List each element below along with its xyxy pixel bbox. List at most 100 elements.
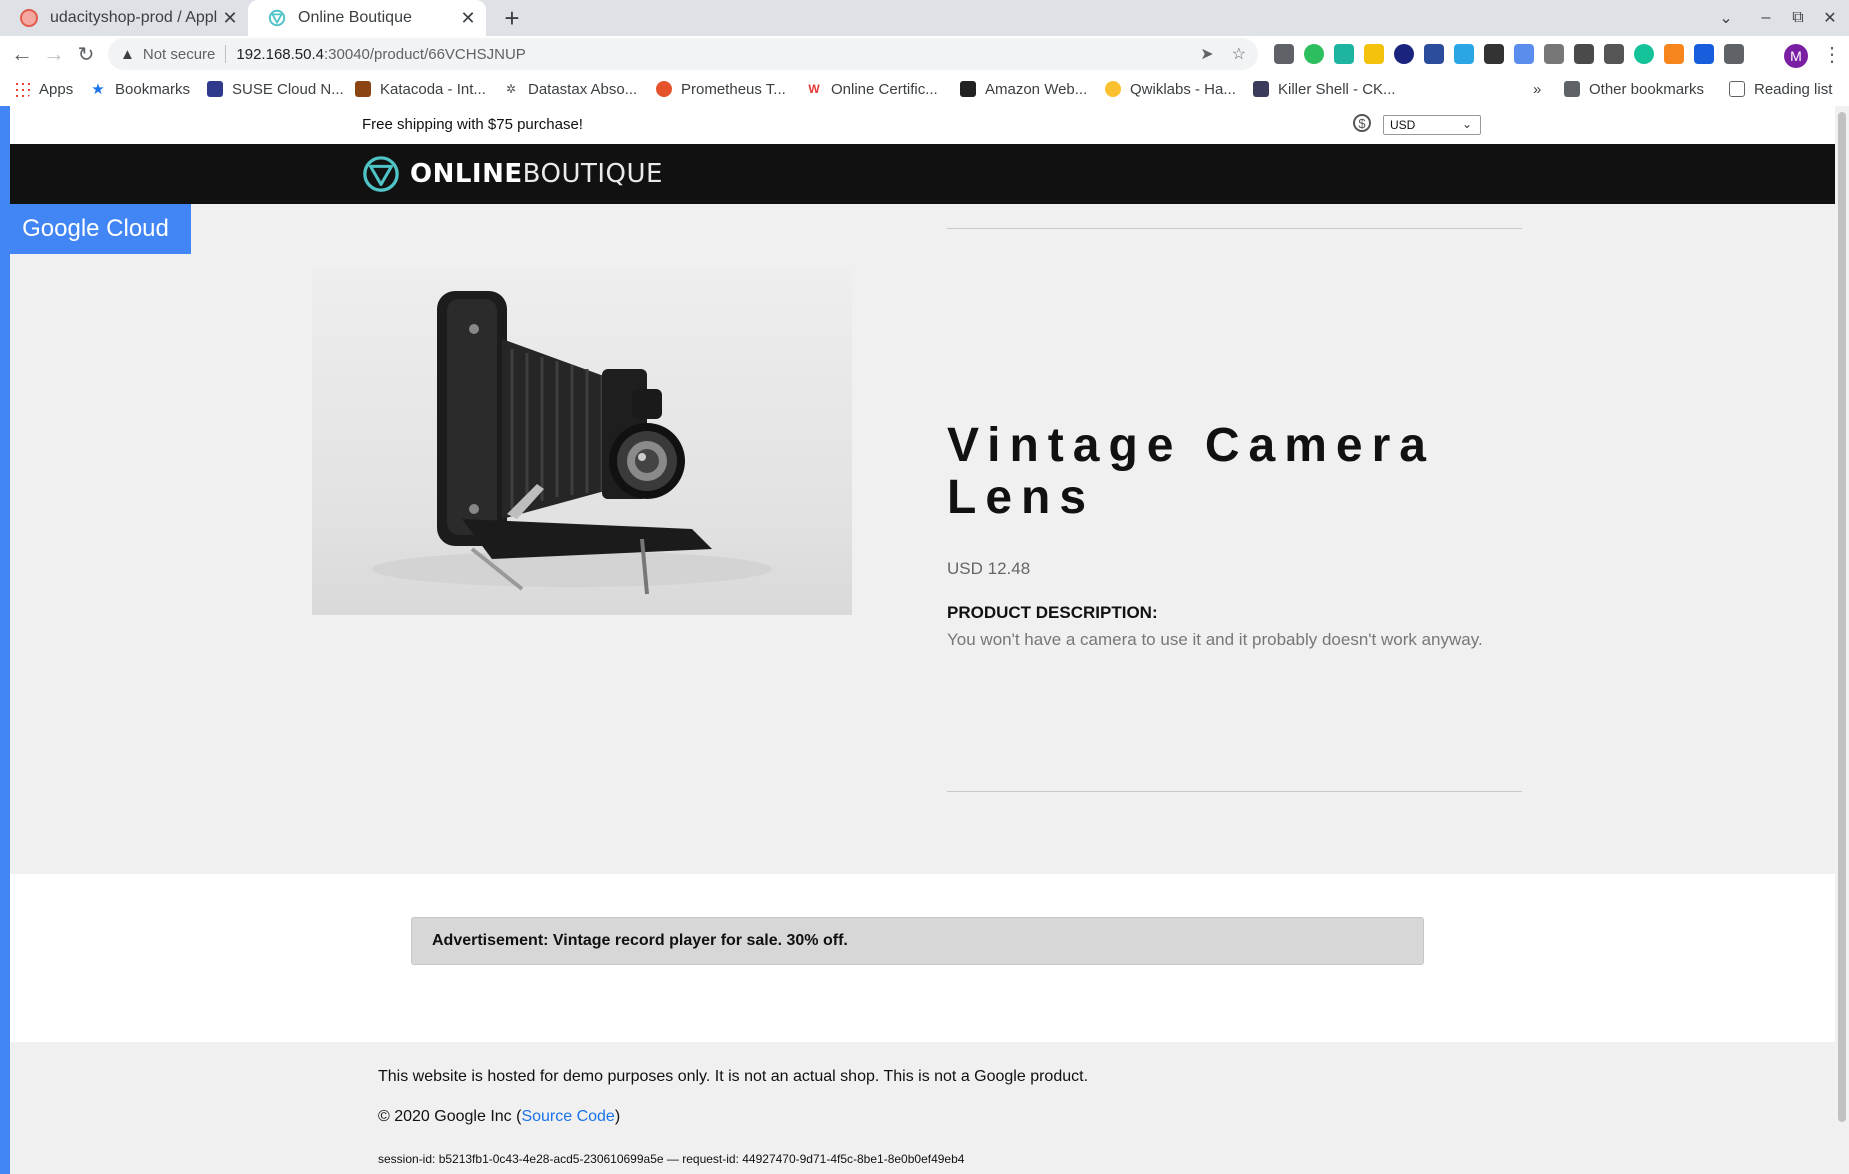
bitwarden-icon[interactable] (1694, 44, 1714, 64)
product-image (312, 269, 852, 615)
site-logo[interactable]: ONLINEBOUTIQUE (362, 155, 663, 193)
bookmark-prometheus[interactable]: Prometheus T... (656, 72, 786, 106)
prometheus-icon (656, 81, 672, 97)
star-icon: ★ (91, 81, 105, 98)
extension-qr-icon[interactable] (1274, 44, 1294, 64)
bookmark-aws[interactable]: Amazon Web... (960, 72, 1087, 106)
warning-icon[interactable]: ▲ (120, 46, 135, 63)
scrollbar[interactable] (1835, 106, 1849, 1174)
bookmarks-overflow-button[interactable]: » (1533, 72, 1541, 106)
browser-menu-icon[interactable]: ⋮ (1818, 38, 1846, 70)
product-divider-bottom (947, 791, 1522, 792)
qwiklabs-icon (1105, 81, 1121, 97)
close-icon[interactable]: ✕ (218, 8, 242, 29)
top-bar: Free shipping with $75 purchase! $ USD ⌄ (10, 106, 1835, 144)
product-title: Vintage Camera Lens (947, 419, 1435, 524)
security-label[interactable]: Not secure (143, 46, 216, 63)
bookmark-apps[interactable]: Apps (14, 72, 73, 106)
bookmark-label: Online Certific... (831, 80, 938, 98)
bookmark-label: Apps (39, 80, 74, 98)
forward-icon[interactable]: → (40, 40, 68, 68)
killershell-icon (1253, 81, 1269, 97)
bookmark-katacoda[interactable]: Katacoda - Int... (355, 72, 486, 106)
certification-icon: W (808, 82, 820, 96)
product-divider-top (947, 228, 1522, 229)
profile-avatar[interactable]: M (1784, 44, 1808, 68)
url-host[interactable]: 192.168.50.4 (236, 46, 324, 63)
extensions-puzzle-icon[interactable] (1724, 44, 1744, 64)
datastax-icon: ✲ (505, 82, 517, 96)
bookmark-certification[interactable]: W Online Certific... (806, 72, 938, 106)
bookmark-label: SUSE Cloud N... (232, 80, 344, 98)
extension-yellow-icon[interactable] (1364, 44, 1384, 64)
window-close-button[interactable]: ✕ (1813, 0, 1847, 36)
bookmark-bookmarks[interactable]: ★ Bookmarks (90, 72, 190, 106)
logo-text-bold: ONLINE (410, 159, 523, 189)
restore-button[interactable]: ⧉ (1781, 0, 1815, 36)
reading-list-button[interactable]: Reading list (1729, 72, 1832, 106)
bookmark-label: Other bookmarks (1589, 80, 1705, 98)
bookmark-other[interactable]: Other bookmarks (1564, 72, 1704, 106)
tab-udacityshop[interactable]: udacityshop-prod / Applic ✕ (0, 0, 248, 36)
send-tab-icon[interactable]: ➤ (1200, 44, 1213, 64)
boutique-favicon-icon (268, 9, 286, 27)
reading-list-icon (1729, 81, 1745, 97)
boutique-logo-icon (363, 156, 399, 192)
address-separator (225, 45, 227, 63)
extension-cube-icon[interactable] (1484, 44, 1504, 64)
bookmark-suse[interactable]: SUSE Cloud N... (207, 72, 344, 106)
currency-select[interactable]: USD ⌄ (1383, 115, 1481, 135)
advertisement-banner[interactable]: Advertisement: Vintage record player for… (411, 917, 1424, 965)
close-icon[interactable]: ✕ (456, 8, 480, 29)
tab-title: udacityshop-prod / Applic (50, 9, 218, 26)
bookmark-label: Reading list (1754, 80, 1833, 98)
product-price: USD 12.48 (947, 559, 1031, 578)
copyright-text: © 2020 Google Inc ( (378, 1108, 522, 1125)
source-code-link[interactable]: Source Code (521, 1108, 614, 1125)
metamask-icon[interactable] (1664, 44, 1684, 64)
bookmark-qwiklabs[interactable]: Qwiklabs - Ha... (1105, 72, 1236, 106)
scrollbar-thumb[interactable] (1838, 112, 1846, 1122)
extension-gray-icon[interactable] (1544, 44, 1564, 64)
left-accent-bar (0, 106, 10, 1174)
extension-puzzle-blue-icon[interactable] (1514, 44, 1534, 64)
reload-icon[interactable]: ↻ (72, 40, 100, 68)
footer-disclaimer: This website is hosted for demo purposes… (378, 1068, 1089, 1085)
extension-blue-icon[interactable] (1454, 44, 1474, 64)
browser-toolbar: ← → ↻ ▲ Not secure 192.168.50.4 :30040/p… (0, 36, 1849, 72)
logo-text: ONLINEBOUTIQUE (410, 159, 663, 189)
bookmarks-bar: Apps ★ Bookmarks SUSE Cloud N... Katacod… (0, 72, 1849, 107)
suse-icon (207, 81, 223, 97)
cloud-extension-icon[interactable] (1394, 44, 1414, 64)
site-header: ONLINEBOUTIQUE (10, 144, 1835, 204)
tab-title: Online Boutique (298, 9, 412, 26)
evernote-icon[interactable] (1304, 44, 1324, 64)
bookmark-datastax[interactable]: ✲ Datastax Abso... (503, 72, 637, 106)
bookmark-killershell[interactable]: Killer Shell - CK... (1253, 72, 1396, 106)
back-icon[interactable]: ← (8, 40, 36, 68)
bookmark-star-icon[interactable]: ☆ (1232, 44, 1246, 64)
folder-icon (1564, 81, 1580, 97)
tab-online-boutique[interactable]: Online Boutique ✕ (248, 0, 486, 36)
bookmark-label: Amazon Web... (985, 80, 1088, 98)
grammarly-icon[interactable] (1634, 44, 1654, 64)
bookmark-label: Qwiklabs - Ha... (1130, 80, 1236, 98)
csp-icon[interactable] (1574, 44, 1594, 64)
tab-search-icon[interactable]: ⌄ (1709, 0, 1743, 36)
new-tab-button[interactable]: + (496, 2, 528, 34)
extension-green-icon[interactable] (1334, 44, 1354, 64)
udacity-favicon-icon (20, 9, 38, 27)
url-path[interactable]: :30040/product/66VCHSJNUP (324, 46, 526, 63)
currency-dollar-icon: $ (1353, 114, 1371, 132)
shipping-banner: Free shipping with $75 purchase! (362, 116, 583, 133)
extension-dark-icon[interactable] (1604, 44, 1624, 64)
address-bar[interactable]: ▲ Not secure 192.168.50.4 :30040/product… (108, 38, 1258, 70)
minimize-button[interactable]: – (1749, 0, 1783, 36)
apps-grid-icon (14, 81, 30, 97)
session-request-ids: session-id: b5213fb1-0c43-4e28-acd5-2306… (378, 1152, 965, 1166)
logo-text-light: BOUTIQUE (522, 159, 663, 189)
page-viewport: Free shipping with $75 purchase! $ USD ⌄… (0, 106, 1849, 1174)
footer-copyright: © 2020 Google Inc (Source Code) (378, 1108, 620, 1126)
tab-strip: udacityshop-prod / Applic ✕ Online Bouti… (0, 0, 1849, 36)
tumblr-icon[interactable] (1424, 44, 1444, 64)
